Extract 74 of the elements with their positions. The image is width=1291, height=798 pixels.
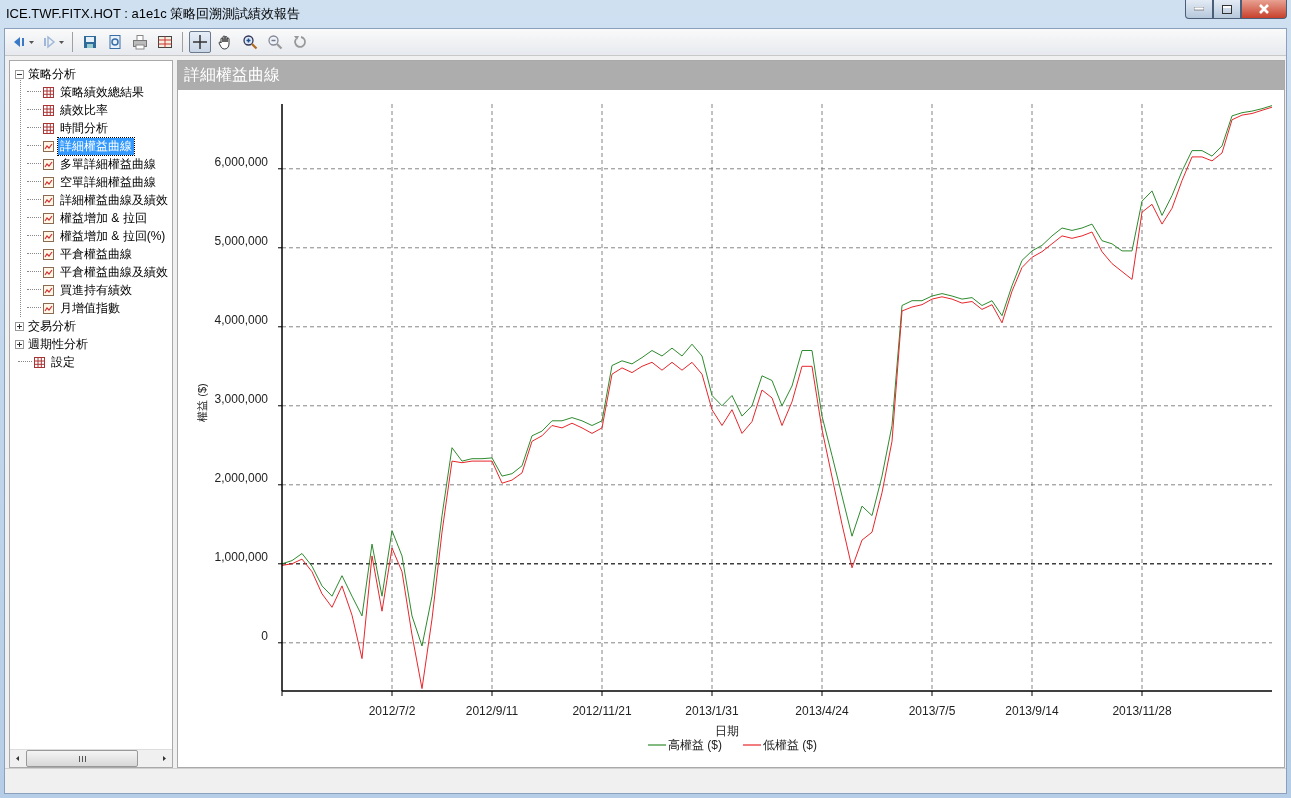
table-icon <box>43 122 54 134</box>
y-tick-label: 5,000,000 <box>214 233 268 248</box>
tree-item[interactable]: 買進持有績效 <box>58 281 134 299</box>
x-tick-label: 2012/7/2 <box>368 704 416 718</box>
close-button[interactable] <box>1241 0 1287 19</box>
x-tick-label: 2013/9/14 <box>1005 704 1059 718</box>
table-icon <box>43 86 54 98</box>
maximize-button[interactable] <box>1213 0 1241 19</box>
chart-icon <box>43 248 54 260</box>
grip-icon <box>78 755 86 762</box>
tree-item[interactable]: 詳細權益曲線及績效 <box>58 191 170 209</box>
y-tick-label: 0 <box>261 628 268 643</box>
table-icon <box>43 104 54 116</box>
chart-icon <box>43 140 54 152</box>
tree-item[interactable]: 權益增加 & 拉回(%) <box>58 227 168 245</box>
tree-item[interactable]: 策略分析 <box>26 65 78 83</box>
panel-header: 詳細權益曲線 <box>178 61 1284 90</box>
scrollbar-thumb[interactable] <box>26 750 138 767</box>
tree-item[interactable]: 權益增加 & 拉回 <box>58 209 149 227</box>
window-title: ICE.TWF.FITX.HOT : a1e1c 策略回溯測試績效報告 <box>5 5 301 23</box>
grid-icon <box>157 34 173 50</box>
minimize-button[interactable] <box>1185 0 1213 19</box>
expand-icon[interactable] <box>15 339 24 349</box>
chart-icon <box>43 302 54 314</box>
tree-item[interactable]: 多單詳細權益曲線 <box>58 155 158 173</box>
table-icon <box>34 356 45 368</box>
undo-icon <box>292 34 308 50</box>
chart-icon <box>43 176 54 188</box>
tree-item[interactable]: 策略績效總結果 <box>58 83 146 101</box>
tree-item[interactable]: 空單詳細權益曲線 <box>58 173 158 191</box>
y-tick-label: 4,000,000 <box>214 312 268 327</box>
y-axis-title: 權益 ($) <box>196 383 208 422</box>
x-tick-label: 2013/7/5 <box>908 704 956 718</box>
save-icon <box>82 34 98 50</box>
expand-icon[interactable] <box>15 321 24 331</box>
tree-item[interactable]: 月增值指數 <box>58 299 122 317</box>
maximize-icon <box>1222 4 1232 14</box>
x-tick-label: 2013/11/28 <box>1112 704 1172 718</box>
y-tick-label: 2,000,000 <box>214 470 268 485</box>
horizontal-scrollbar[interactable] <box>10 749 172 767</box>
tree-item[interactable]: 時間分析 <box>58 119 110 137</box>
collapse-icon[interactable] <box>15 69 24 79</box>
tree-item[interactable]: 交易分析 <box>26 317 78 335</box>
y-tick-label: 6,000,000 <box>214 154 268 169</box>
chart-icon <box>43 158 54 170</box>
x-tick-label: 2012/9/11 <box>465 704 519 718</box>
close-icon <box>1258 4 1270 14</box>
tree-item[interactable]: 週期性分析 <box>26 335 90 353</box>
minimize-icon <box>1194 7 1204 11</box>
chart-icon <box>43 212 54 224</box>
y-tick-label: 1,000,000 <box>214 549 268 564</box>
chart-icon <box>43 284 54 296</box>
toolbar-button[interactable] <box>189 31 211 53</box>
tree-item[interactable]: 設定 <box>49 353 77 371</box>
legend-label: 高權益 ($) <box>668 738 722 752</box>
x-axis-title: 日期 <box>715 724 739 738</box>
chart-icon <box>43 230 54 242</box>
x-tick-label: 2013/1/31 <box>685 704 739 718</box>
hand-icon <box>217 34 233 50</box>
chart-icon <box>43 194 54 206</box>
forward-icon <box>41 34 57 50</box>
tree-item[interactable]: 平倉權益曲線及績效 <box>58 263 170 281</box>
x-tick-label: 2013/4/24 <box>795 704 849 718</box>
zoom-in-icon <box>242 34 258 50</box>
x-tick-label: 2012/11/21 <box>572 704 632 718</box>
zoom-out-icon <box>267 34 283 50</box>
tree-item[interactable]: 平倉權益曲線 <box>58 245 134 263</box>
print-preview-icon <box>107 34 123 50</box>
crosshair-icon <box>191 33 209 51</box>
y-tick-label: 3,000,000 <box>214 391 268 406</box>
tree-item[interactable]: 績效比率 <box>58 101 110 119</box>
legend-label: 低權益 ($) <box>763 738 817 752</box>
chart-icon <box>43 266 54 278</box>
printer-icon <box>132 34 148 50</box>
